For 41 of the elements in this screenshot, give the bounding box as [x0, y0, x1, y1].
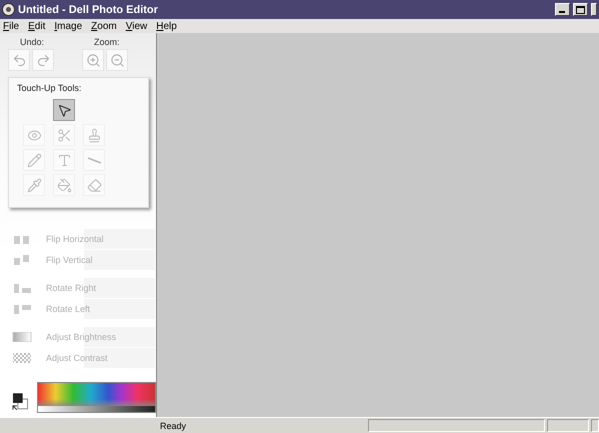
tool-button[interactable]: [53, 99, 75, 121]
menu-item[interactable]: Help: [156, 20, 177, 32]
app-icon: [2, 3, 15, 16]
menu-item[interactable]: Image: [54, 20, 82, 32]
maximize-button[interactable]: [573, 3, 588, 16]
zoom-in-icon: [86, 52, 100, 68]
rotate-icon: [12, 283, 32, 293]
status-pane: [547, 419, 589, 432]
eraser-icon: [86, 178, 102, 192]
menu-item[interactable]: File: [3, 20, 20, 32]
gradient-icon: [12, 332, 32, 342]
paint-bucket-icon: [56, 178, 72, 192]
pencil-icon: [26, 152, 42, 168]
undo-icon: [12, 52, 26, 68]
menu-item[interactable]: View: [126, 20, 148, 32]
undo-label: Undo:: [19, 37, 46, 47]
status-pane: [591, 419, 599, 432]
maximize-icon: [576, 6, 585, 14]
window-title: Untitled - Dell Photo Editor: [18, 4, 159, 16]
color-palette[interactable]: [37, 382, 156, 413]
zoom-out-icon: [110, 52, 124, 68]
dropper-icon: [26, 178, 42, 192]
card-title: Touch-Up Tools:: [17, 83, 82, 93]
minimize-button[interactable]: [555, 3, 570, 16]
stamp-icon: [86, 128, 102, 142]
rotate-icon: [12, 304, 32, 314]
line-icon: [86, 156, 102, 164]
close-button[interactable]: [591, 3, 597, 16]
flip-icon: [12, 234, 32, 244]
pointer-icon: [56, 102, 72, 118]
letter-icon: [56, 152, 72, 168]
redo-icon: [36, 52, 50, 68]
scissors-icon: [56, 128, 72, 142]
status-text: Ready: [159, 420, 188, 430]
menu-item[interactable]: Zoom: [91, 20, 117, 32]
checker-icon: [12, 353, 32, 363]
eye-icon: [26, 128, 42, 142]
zoom-label: Zoom:: [93, 37, 121, 47]
color-swatch-icon: [12, 391, 30, 413]
menu-item[interactable]: Edit: [28, 20, 46, 32]
flip-icon: [12, 255, 32, 265]
